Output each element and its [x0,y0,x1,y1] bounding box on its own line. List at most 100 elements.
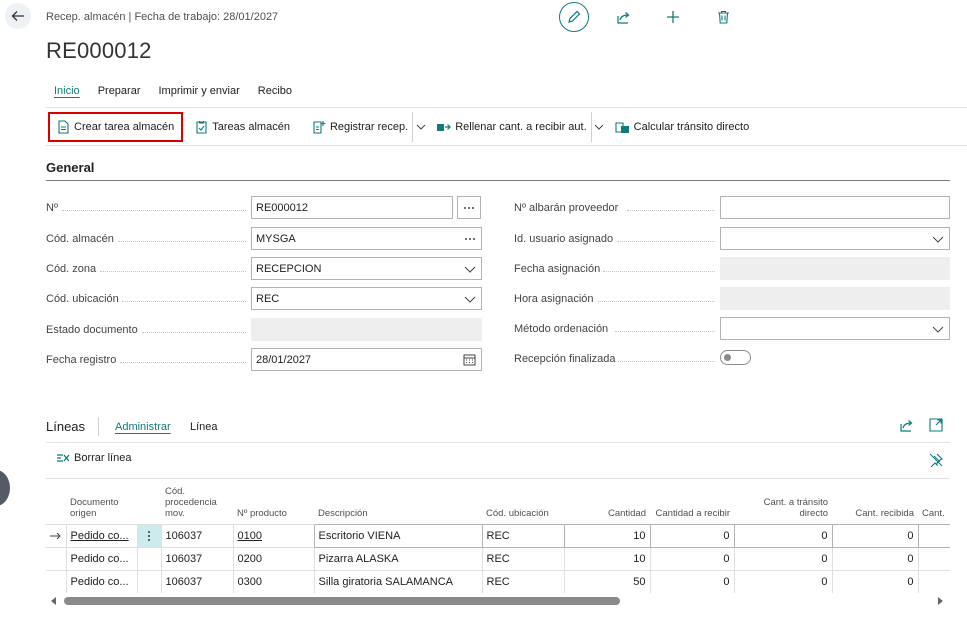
chevron-down-icon [594,124,604,130]
bin-code-cell[interactable]: REC [481,523,565,548]
source-doc-cell[interactable]: Pedido co... [65,523,137,547]
qty-to-receive-cell[interactable]: 0 [649,546,734,570]
item-no-cell[interactable]: 0300 [232,569,314,593]
row-indicator-header [46,480,66,524]
assigned-user-select[interactable] [720,227,950,250]
clear-filter-button[interactable] [929,453,945,469]
bin-code-cell[interactable]: REC [481,546,564,570]
qty-received-cell[interactable]: 0 [831,546,918,570]
calc-crossdock-button[interactable]: Calcular tránsito directo [613,112,758,142]
label-leader [615,331,715,332]
col-bin-code[interactable]: Cód. ubicación [482,480,564,524]
tab-recibo[interactable]: Recibo [258,85,292,97]
tab-administrar[interactable]: Administrar [115,421,171,433]
delete-button[interactable] [711,5,735,29]
item-no-cell[interactable]: 0100 [232,523,314,547]
bin-select[interactable]: REC [251,287,482,310]
autofill-qty-dropdown[interactable] [590,112,607,142]
scrollbar-thumb[interactable] [64,597,620,605]
table-header-row: Documento origen Cód. procedencia mov. N… [46,480,950,524]
description-cell[interactable]: Escritorio VIENA [313,523,483,548]
share-button[interactable] [611,5,635,29]
post-receipt-button[interactable]: Registrar recep. [304,112,412,142]
chevron-down-icon [464,292,476,306]
sorting-method-select[interactable] [720,317,950,340]
location-assist-button[interactable] [464,232,476,246]
no-assist-button[interactable] [457,196,481,219]
chevron-down-icon [464,262,476,276]
scroll-right-icon[interactable] [936,597,944,605]
qty-received-cell[interactable]: 0 [831,523,919,548]
table-row[interactable]: Pedido co... 106037 0100 Escritorio VIEN… [46,523,950,548]
col-description[interactable]: Descripción [314,480,482,524]
label-leader [142,332,246,333]
source-doc-cell[interactable]: Pedido co... [65,546,137,570]
row-menu-button[interactable] [136,523,161,547]
source-doc-cell[interactable]: Pedido co... [65,569,137,593]
no-field[interactable]: RE000012 [251,196,453,219]
vendor-shipment-field[interactable] [720,196,950,219]
tab-preparar[interactable]: Preparar [98,85,141,97]
bin-code-cell[interactable]: REC [481,569,564,593]
lines-expand-button[interactable] [929,418,945,434]
description-cell[interactable]: Pizarra ALASKA [313,546,482,570]
calc-crossdock-label: Calcular tránsito directo [633,121,750,133]
tab-inicio[interactable]: Inicio [54,85,80,97]
scroll-left-icon[interactable] [50,597,58,605]
edit-button[interactable] [559,2,589,32]
create-warehouse-task-button[interactable]: Crear tarea almacén [48,112,184,142]
col-qty-crossdock[interactable]: Cant. a tránsito directo [734,480,832,524]
quantity-cell[interactable]: 10 [563,523,651,548]
source-code-cell[interactable]: 106037 [160,569,233,593]
horizontal-scrollbar[interactable] [46,595,950,607]
warehouse-tasks-button[interactable]: Tareas almacén [187,112,298,142]
new-button[interactable] [661,5,685,29]
lines-share-button[interactable] [899,418,915,434]
tab-linea[interactable]: Línea [190,421,218,433]
col-source-code[interactable]: Cód. procedencia mov. [161,480,233,524]
post-receipt-dropdown[interactable] [412,112,428,142]
breadcrumb: Recep. almacén | Fecha de trabajo: 28/01… [46,11,279,23]
section-divider [46,180,950,181]
col-qty-received[interactable]: Cant. recibida [832,480,918,524]
qty-extra-cell[interactable] [917,546,950,570]
qty-crossdock-cell[interactable]: 0 [733,546,832,570]
receipt-completed-toggle[interactable] [720,350,751,365]
qty-extra-cell[interactable] [917,523,950,548]
chevron-down-icon [416,124,426,130]
calendar-icon[interactable] [463,353,476,366]
col-quantity[interactable]: Cantidad [564,480,650,524]
qty-extra-cell[interactable] [917,569,950,593]
no-label: Nº [46,202,58,214]
description-cell[interactable]: Silla giratoria SALAMANCA [313,569,482,593]
tab-imprimir[interactable]: Imprimir y enviar [158,85,239,97]
qty-to-receive-cell[interactable]: 0 [649,569,734,593]
table-row[interactable]: Pedido co... 106037 0300 Silla giratoria… [46,569,950,593]
posting-date-field[interactable]: 28/01/2027 [251,348,482,371]
item-no-cell[interactable]: 0200 [232,546,314,570]
zone-select[interactable]: RECEPCION [251,257,482,280]
col-item-no[interactable]: Nº producto [233,480,314,524]
quantity-cell[interactable]: 10 [563,546,650,570]
source-code-cell[interactable]: 106037 [160,546,233,570]
location-value: MYSGA [256,232,296,245]
location-field[interactable]: MYSGA [251,227,482,250]
assigned-user-label: Id. usuario asignado [514,233,614,245]
autofill-qty-button[interactable]: Rellenar cant. a recibir aut. [434,112,590,142]
more-vertical-icon [148,530,150,541]
qty-received-cell[interactable]: 0 [831,569,918,593]
share-icon [616,11,629,24]
table-row[interactable]: Pedido co... 106037 0200 Pizarra ALASKA … [46,546,950,570]
qty-crossdock-cell[interactable]: 0 [733,523,833,548]
source-code-cell[interactable]: 106037 [160,523,233,547]
col-qty-extra[interactable]: Cant. [918,480,950,524]
qty-crossdock-cell[interactable]: 0 [733,569,832,593]
quantity-cell[interactable]: 50 [563,569,650,593]
delete-line-button[interactable]: Borrar línea [56,452,131,464]
trash-icon [717,10,729,24]
col-source-doc[interactable]: Documento origen [66,480,137,524]
qty-to-receive-cell[interactable]: 0 [649,523,735,548]
col-qty-to-receive[interactable]: Cantidad a recibir [650,480,734,524]
side-panel-handle[interactable] [0,470,10,506]
back-button[interactable] [5,3,31,29]
